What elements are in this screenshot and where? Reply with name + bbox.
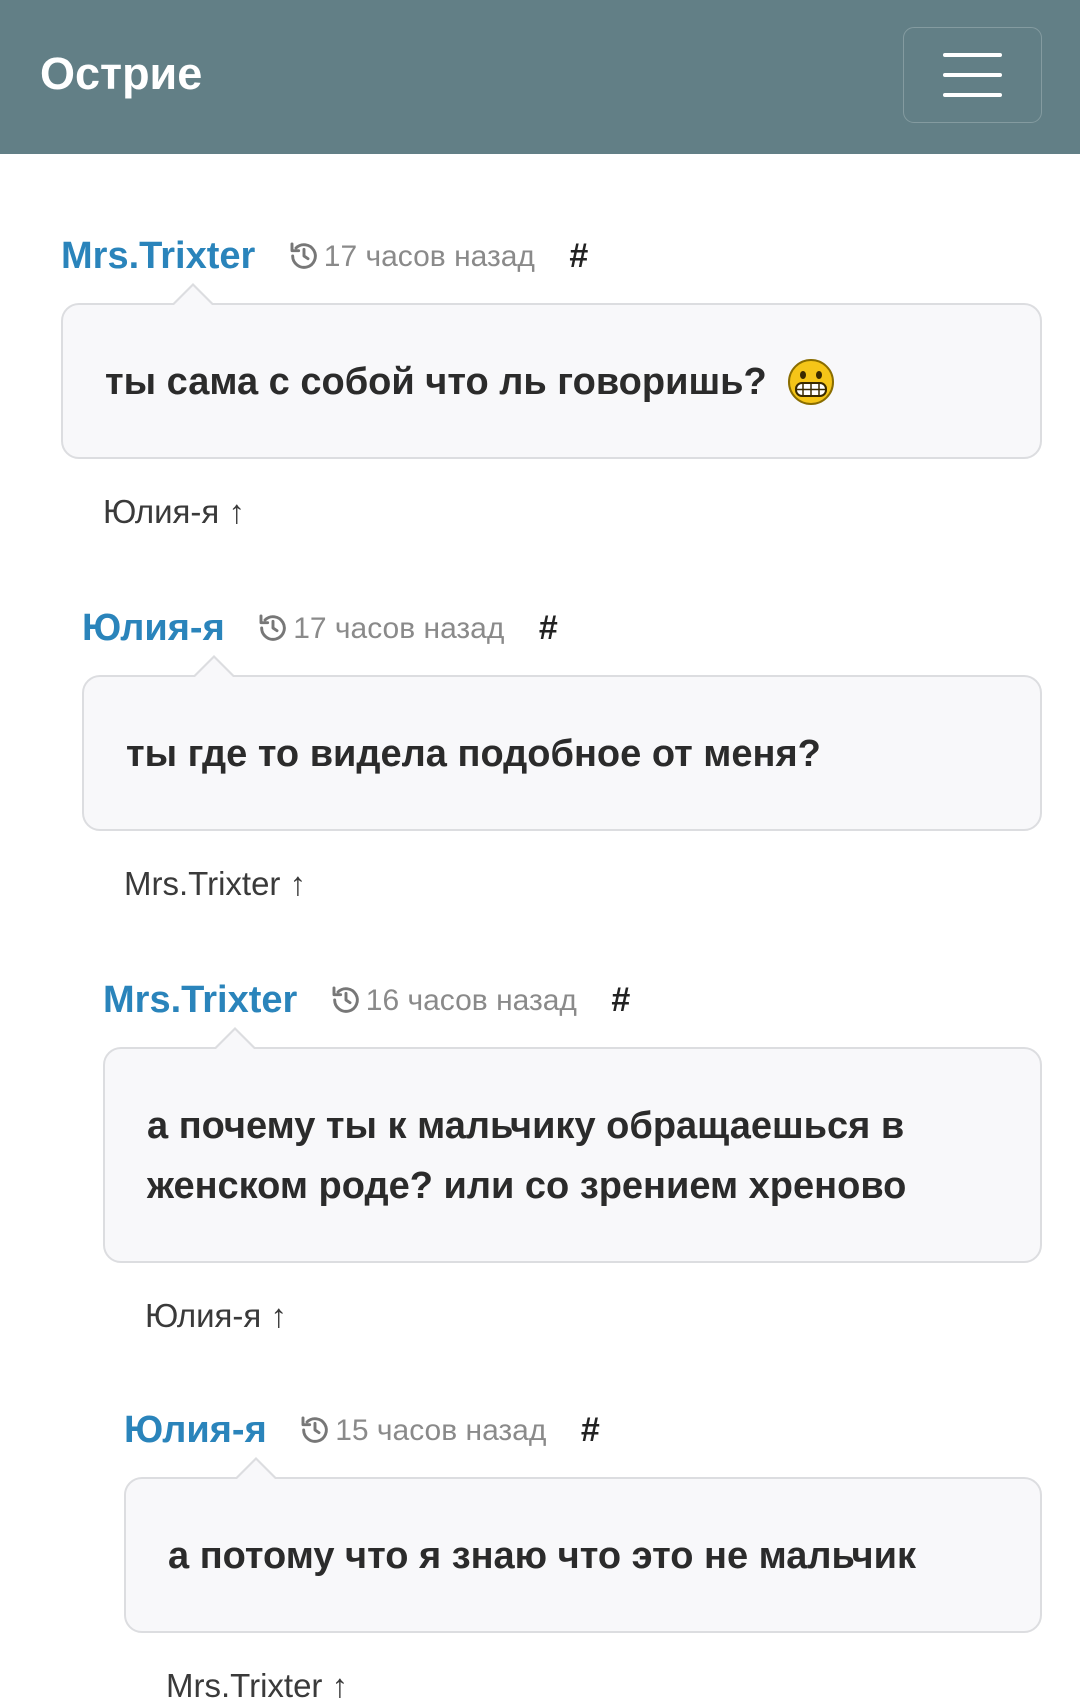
comment-text: ты где то видела подобное от меня? — [126, 732, 821, 775]
comment-text: а потому что я знаю что это не мальчик — [168, 1534, 916, 1577]
comment-author-link[interactable]: Юлия-я — [82, 607, 225, 649]
comment-body: ты сама с собой что ль говоришь? — [61, 283, 1042, 459]
comment-body: а потому что я знаю что это не мальчик — [124, 1457, 1042, 1633]
site-brand[interactable]: Острие — [40, 44, 202, 104]
comment-timestamp: 17 часов назад — [288, 240, 535, 274]
top-navbar: Острие — [0, 0, 1080, 154]
comment: Юлия-я 17 часов назад # ты где то видела… — [82, 607, 1042, 903]
menu-toggle-button[interactable] — [903, 27, 1042, 123]
comment-timestamp: 15 часов назад — [299, 1414, 546, 1448]
history-clock-icon — [290, 242, 317, 269]
comment: Mrs.Trixter 16 часов назад # а почему ты… — [103, 979, 1042, 1335]
comment: Mrs.Trixter 17 часов назад # ты сама с с… — [61, 235, 1042, 531]
comment-permalink[interactable]: # — [569, 237, 588, 276]
comment-author-link[interactable]: Mrs.Trixter — [61, 235, 255, 277]
comment-author-link[interactable]: Mrs.Trixter — [103, 979, 297, 1021]
comment-text: а почему ты к мальчику обращаешься в жен… — [147, 1104, 907, 1207]
comment-text: ты сама с собой что ль говоришь? — [105, 360, 767, 403]
comment-time-text: 17 часов назад — [293, 611, 505, 645]
reply-to-link[interactable]: Mrs.Trixter ↑ — [166, 1667, 1042, 1705]
comment-body: ты где то видела подобное от меня? — [82, 655, 1042, 831]
comment-time-text: 17 часов назад — [323, 239, 535, 273]
reply-to-link[interactable]: Юлия-я ↑ — [103, 493, 1042, 531]
history-clock-icon — [332, 986, 359, 1013]
reply-to-link[interactable]: Юлия-я ↑ — [145, 1297, 1042, 1335]
comment-permalink[interactable]: # — [539, 609, 558, 648]
comment-timestamp: 16 часов назад — [330, 984, 577, 1018]
grinning-face-emoji — [788, 358, 835, 405]
comment-time-text: 16 часов назад — [365, 983, 577, 1017]
history-clock-icon — [301, 1416, 328, 1443]
comment-timestamp: 17 часов назад — [257, 612, 504, 646]
history-clock-icon — [259, 614, 286, 641]
comment-permalink[interactable]: # — [611, 981, 630, 1020]
comment-time-text: 15 часов назад — [335, 1413, 547, 1447]
comment-permalink[interactable]: # — [581, 1411, 600, 1450]
comment-author-link[interactable]: Юлия-я — [124, 1409, 267, 1451]
comment-body: а почему ты к мальчику обращаешься в жен… — [103, 1027, 1042, 1263]
comment: Юлия-я 15 часов назад # а потому что я з… — [124, 1409, 1042, 1705]
reply-to-link[interactable]: Mrs.Trixter ↑ — [124, 865, 1042, 903]
